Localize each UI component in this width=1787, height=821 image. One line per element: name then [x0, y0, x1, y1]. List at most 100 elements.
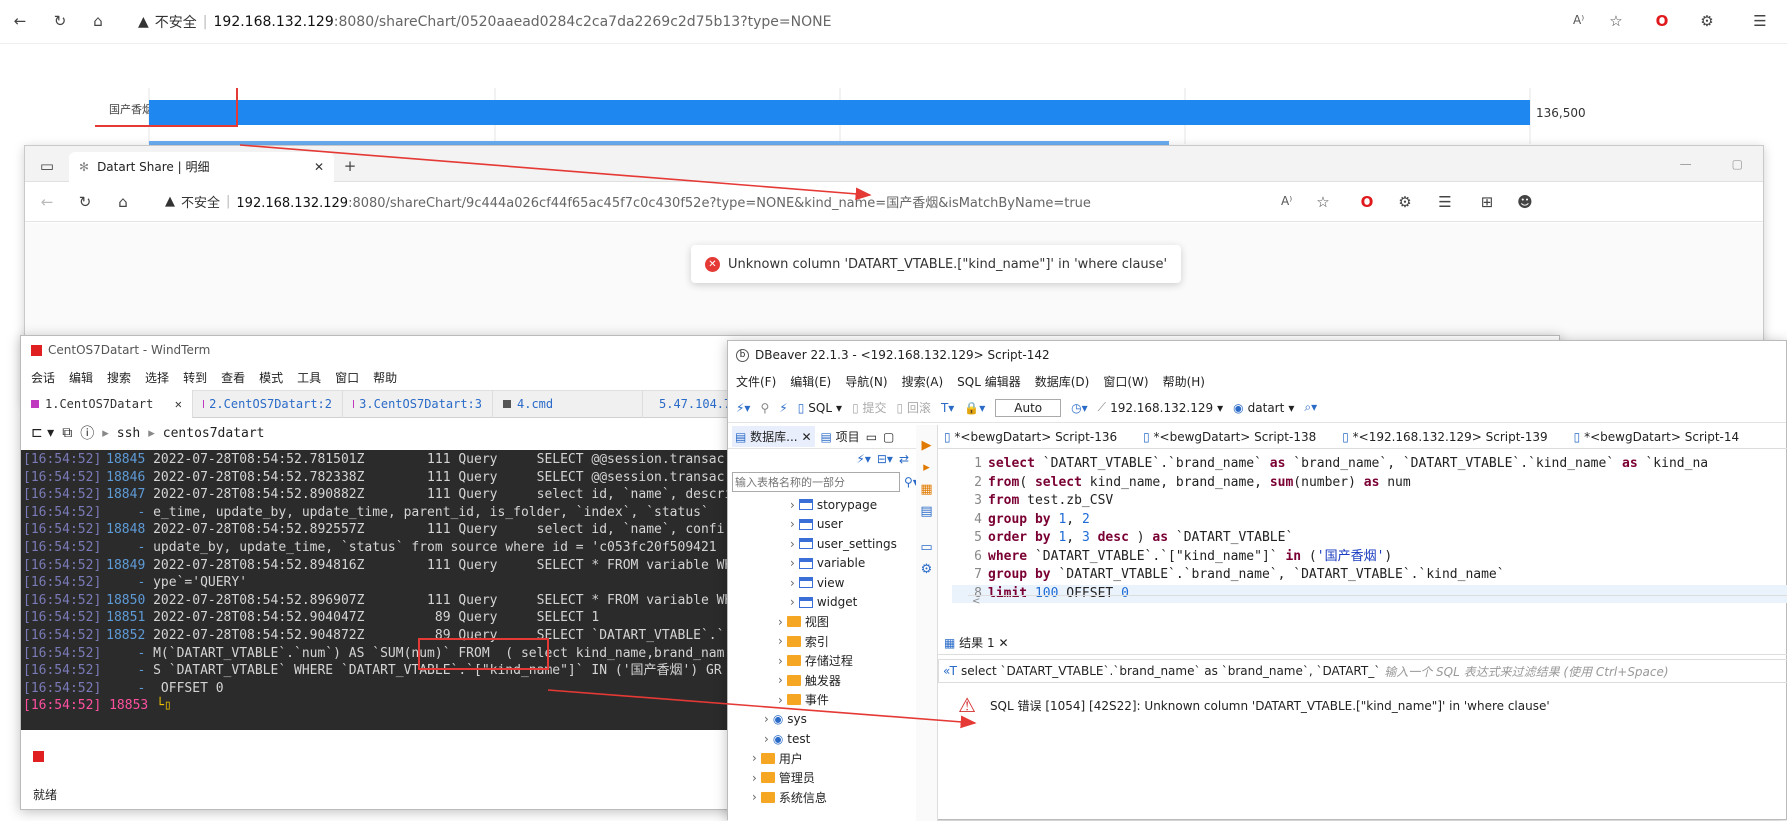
sql-editor[interactable]: ▯ *<bewgDatart> Script-136▯ *<bewgDatart… — [938, 425, 1787, 615]
refresh-icon[interactable]: ↻ — [50, 11, 70, 31]
tree-node-table[interactable]: ›view — [728, 573, 935, 593]
favorites-icon[interactable]: ☰ — [1750, 11, 1770, 31]
home-icon[interactable]: ⌂ — [113, 192, 133, 212]
menu-item[interactable]: 窗口(W) — [1103, 373, 1148, 390]
tab-database-navigator[interactable]: ▤ 数据库... ✕ — [732, 426, 815, 447]
tree-node-table[interactable]: ›variable — [728, 554, 935, 574]
tree-node-folder[interactable]: ›索引 — [728, 632, 935, 652]
expand-chevron-icon[interactable]: › — [778, 654, 783, 668]
menu-item[interactable]: 文件(F) — [736, 373, 776, 390]
search-icon[interactable]: ⌕▾ — [1304, 400, 1317, 415]
menu-item[interactable]: 工具 — [297, 369, 321, 386]
extensions-icon[interactable]: ⚙ — [1395, 192, 1415, 212]
home-icon[interactable]: ⌂ — [88, 11, 108, 31]
tree-node-folder[interactable]: ›存储过程 — [728, 651, 935, 671]
tree-node-folder[interactable]: ›事件 — [728, 690, 935, 710]
back-arrow-icon[interactable]: ← — [10, 11, 30, 31]
auto-commit-select[interactable]: Auto — [995, 399, 1061, 417]
expand-chevron-icon[interactable]: › — [752, 790, 757, 804]
connect-icon[interactable]: ⚡▾ — [736, 401, 750, 415]
expand-chevron-icon[interactable]: › — [790, 556, 795, 570]
menu-item[interactable]: 帮助 — [373, 369, 397, 386]
new-session-icon[interactable]: ⊏ ▾ — [31, 425, 54, 441]
menu-item[interactable]: SQL 编辑器 — [957, 373, 1021, 390]
table-filter-input[interactable] — [732, 472, 900, 492]
sql-line[interactable]: 2from( select kind_name, brand_name, sum… — [952, 474, 1787, 493]
terminal-tab[interactable]: 4.cmd — [493, 390, 643, 418]
link-icon[interactable]: ⇄ — [899, 452, 909, 466]
sql-line[interactable]: 7group by `DATART_VTABLE`.`brand_name`, … — [952, 566, 1787, 585]
menu-item[interactable]: 搜索 — [107, 369, 131, 386]
menu-item[interactable]: 查看 — [221, 369, 245, 386]
opera-icon[interactable]: O — [1652, 11, 1672, 31]
active-database-select[interactable]: ◉datart ▾ — [1233, 401, 1294, 415]
path-segment[interactable]: ssh — [117, 426, 140, 441]
expand-chevron-icon[interactable]: › — [764, 712, 769, 726]
session-status-icon[interactable] — [33, 751, 44, 762]
sql-code[interactable]: 1select `DATART_VTABLE`.`brand_name` as … — [938, 449, 1787, 603]
menu-item[interactable]: 转到 — [183, 369, 207, 386]
tab-projects[interactable]: ▤ 项目 — [821, 428, 860, 445]
tree-node-folder[interactable]: ›用户 — [728, 749, 935, 769]
close-icon[interactable]: ✕ — [175, 397, 182, 411]
script-tab[interactable]: ▯ *<bewgDatart> Script-138 — [1143, 430, 1316, 444]
extensions-icon[interactable]: ⚙ — [1697, 11, 1717, 31]
bar-guochan-xiangyan[interactable] — [149, 100, 1530, 125]
favorites-icon[interactable]: ☰ — [1435, 192, 1455, 212]
maximize-icon[interactable]: ▢ — [1732, 157, 1743, 171]
maximize-icon[interactable]: ▢ — [883, 430, 894, 444]
lock-icon[interactable]: 🔒▾ — [964, 401, 985, 415]
sql-line[interactable]: 1select `DATART_VTABLE`.`brand_name` as … — [952, 455, 1787, 474]
tab-result-1[interactable]: ▦ 结果 1 ✕ — [944, 634, 1009, 651]
address-bar[interactable]: ▲ 不安全 | 192.168.132.129:8080/shareChart/… — [165, 192, 1091, 211]
menu-item[interactable]: 数据库(D) — [1035, 373, 1090, 390]
tree-node-db[interactable]: ›◉sys — [728, 710, 935, 730]
menu-item[interactable]: 导航(N) — [845, 373, 887, 390]
read-aloud-icon[interactable]: A⁾ — [1281, 194, 1292, 208]
terminal-tab[interactable]: 3.CentOS7Datart:3 — [343, 390, 493, 418]
new-tab-icon[interactable]: + — [340, 156, 360, 176]
tree-node-folder[interactable]: ›管理员 — [728, 768, 935, 788]
result-filter-bar[interactable]: «T select `DATART_VTABLE`.`brand_name` a… — [938, 659, 1787, 683]
sql-editor-button[interactable]: ▯SQL ▾ — [798, 401, 842, 415]
tree-node-folder[interactable]: ›视图 — [728, 612, 935, 632]
tree-node-table[interactable]: ›user_settings — [728, 534, 935, 554]
execute-script-icon[interactable]: ▸ — [916, 457, 937, 479]
minimize-icon[interactable]: ▭ — [866, 430, 877, 444]
settings-icon[interactable]: ⚙ — [916, 559, 937, 581]
menu-item[interactable]: 搜索(A) — [902, 373, 944, 390]
menu-item[interactable]: 窗口 — [335, 369, 359, 386]
expand-chevron-icon[interactable]: › — [778, 693, 783, 707]
path-segment[interactable]: centos7datart — [163, 426, 265, 441]
menu-item[interactable]: 会话 — [31, 369, 55, 386]
sql-line[interactable]: 5order by 1, 3 desc ) as `DATART_VTABLE` — [952, 529, 1787, 548]
sql-line[interactable]: 6where `DATART_VTABLE`.`["kind_name"]` i… — [952, 548, 1787, 567]
terminal-tab[interactable]: 2.CentOS7Datart:2 — [193, 390, 343, 418]
expand-chevron-icon[interactable]: › — [790, 595, 795, 609]
info-icon[interactable]: ⓘ — [80, 423, 94, 443]
sql-line[interactable]: 3from test.zb_CSV — [952, 492, 1787, 511]
expand-chevron-icon[interactable]: › — [752, 771, 757, 785]
menu-item[interactable]: 选择 — [145, 369, 169, 386]
refresh-icon[interactable]: ↻ — [75, 192, 95, 212]
tab-actions-icon[interactable]: ▭ — [37, 156, 57, 176]
rollback-button[interactable]: ▯ 回滚 — [897, 399, 931, 416]
menu-item[interactable]: 编辑(E) — [790, 373, 831, 390]
history-icon[interactable]: ◷▾ — [1071, 401, 1088, 415]
menu-item[interactable]: 帮助(H) — [1163, 373, 1205, 390]
close-icon[interactable]: ✕ — [314, 160, 324, 174]
minimize-icon[interactable]: — — [1680, 157, 1692, 171]
active-connection-select[interactable]: ⟋192.168.132.129 ▾ — [1098, 400, 1224, 415]
tree-node-table[interactable]: ›storypage — [728, 495, 935, 515]
execute-icon[interactable]: ▶ — [916, 435, 937, 457]
tree-node-folder[interactable]: ›触发器 — [728, 671, 935, 691]
opera-icon[interactable]: O — [1357, 192, 1377, 212]
tree-node-folder[interactable]: ›系统信息 — [728, 788, 935, 808]
expand-chevron-icon[interactable]: › — [778, 634, 783, 648]
collections-icon[interactable]: ⊞ — [1477, 192, 1497, 212]
favorite-star-icon[interactable]: ☆ — [1606, 11, 1626, 31]
tree-node-db[interactable]: ›◉test — [728, 729, 935, 749]
profile-avatar-icon[interactable]: ☻ — [1515, 192, 1535, 212]
terminal-output[interactable]: [16:54:52]18845 2022-07-28T08:54:52.7815… — [21, 450, 747, 730]
expand-chevron-icon[interactable]: › — [790, 517, 795, 531]
